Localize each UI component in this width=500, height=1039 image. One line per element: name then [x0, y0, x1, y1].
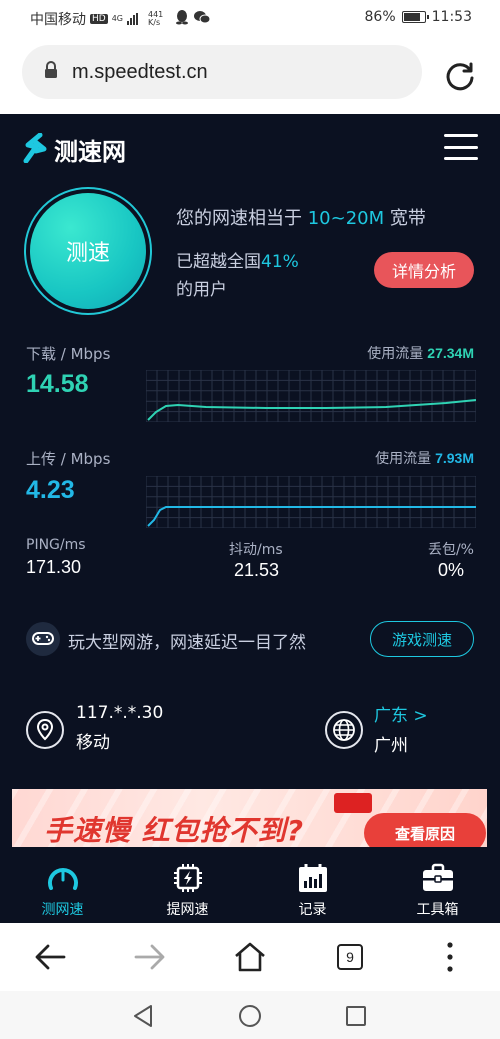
logo-text: 测速网	[54, 138, 126, 166]
bandwidth-summary: 您的网速相当于 10~20M 宽带	[176, 208, 426, 229]
loss-value: 0%	[437, 560, 464, 580]
records-icon	[295, 861, 331, 895]
region-info: 广东 > 广州	[374, 701, 428, 761]
lock-icon	[44, 61, 58, 83]
ping-label: PING/ms	[26, 537, 86, 553]
gamepad-icon	[26, 622, 60, 656]
reload-icon	[446, 62, 474, 91]
isp-name: 移动	[76, 733, 110, 753]
nav-item-toolbox[interactable]: 工具箱	[375, 847, 500, 923]
ip-address: 117.*.*.30	[76, 703, 164, 723]
banner-text: 手速慢 红包抢不到?	[44, 814, 304, 847]
back-button[interactable]	[30, 937, 70, 977]
tabs-button[interactable]: 9	[330, 937, 370, 977]
loss-label: 丢包/%	[427, 542, 474, 558]
download-label: 下载 / Mbps	[26, 345, 111, 363]
app-logo[interactable]: 测速网	[22, 132, 126, 167]
triangle-back-icon	[134, 1005, 152, 1027]
logo-icon	[22, 132, 50, 167]
city-name: 广州	[374, 736, 408, 756]
promo-banner[interactable]: 手速慢 红包抢不到? 查看原因	[12, 789, 487, 847]
tab-count: 9	[337, 944, 363, 970]
clock: 11:53	[431, 9, 472, 25]
detail-analysis-button[interactable]: 详情分析	[374, 252, 474, 288]
browser-address-area: m.speedtest.cn	[0, 36, 500, 114]
menu-icon[interactable]	[444, 134, 478, 160]
upload-usage: 使用流量 7.93M	[375, 450, 474, 467]
home-icon	[235, 942, 265, 972]
download-chart	[146, 370, 476, 422]
nav-item-speed-test[interactable]: 测网速	[0, 847, 125, 923]
app-header: 测速网	[0, 114, 500, 180]
upload-curve	[147, 506, 476, 527]
location-pin-icon	[26, 711, 64, 749]
battery-icon	[401, 11, 429, 23]
system-nav-bar	[0, 991, 500, 1039]
status-bar: 中国移动 HD 4G 441 K/s 86% 11:53	[0, 0, 500, 36]
signal-icon	[127, 13, 138, 25]
system-back-button[interactable]	[130, 1003, 156, 1029]
network-type: 4G	[111, 14, 123, 23]
url-text: m.speedtest.cn	[72, 60, 208, 83]
download-usage-value: 27.34M	[427, 345, 474, 361]
hd-badge: HD	[90, 14, 108, 24]
forward-button[interactable]	[130, 937, 170, 977]
download-usage: 使用流量 27.34M	[367, 345, 474, 362]
battery-percent: 86%	[364, 9, 396, 25]
address-bar[interactable]: m.speedtest.cn	[22, 45, 422, 99]
province-link[interactable]: 广东 >	[374, 701, 428, 731]
carrier-name: 中国移动	[30, 12, 86, 28]
chip-icon	[170, 861, 206, 895]
upload-chart	[146, 476, 476, 528]
qq-icon	[175, 9, 189, 29]
system-recents-button[interactable]	[343, 1003, 369, 1029]
app-bottom-nav: 测网速 提网速 记录 工具箱	[0, 847, 500, 923]
circle-home-icon	[239, 1005, 261, 1027]
ip-info: 117.*.*.30 移动	[76, 698, 163, 758]
speed-test-ring: 测速	[24, 187, 152, 315]
browser-toolbar: 9	[0, 923, 500, 991]
download-curve	[147, 399, 476, 421]
jitter-value: 21.53	[234, 560, 280, 580]
arrow-right-icon	[134, 944, 165, 970]
net-speed: 441 K/s	[148, 10, 164, 27]
toolbox-icon	[420, 861, 456, 895]
ranking-percent: 41%	[261, 252, 299, 272]
nav-item-records[interactable]: 记录	[250, 847, 375, 923]
game-promo-text: 玩大型网游，网速延迟一目了然	[68, 633, 306, 653]
jitter-label: 抖动/ms	[229, 542, 283, 558]
speedometer-icon	[45, 861, 81, 895]
download-value: 14.58	[26, 370, 89, 398]
upload-usage-value: 7.93M	[435, 450, 474, 466]
bandwidth-range: 10~20M	[307, 208, 385, 229]
more-menu-button[interactable]	[430, 937, 470, 977]
check-reason-button[interactable]: 查看原因	[364, 813, 486, 847]
system-home-button[interactable]	[237, 1003, 263, 1029]
reload-button[interactable]	[440, 56, 480, 96]
ping-value: 171.30	[26, 557, 82, 577]
start-test-button[interactable]: 测速	[30, 193, 146, 309]
wechat-icon	[193, 9, 211, 29]
ranking-text: 已超越全国41% 的用户	[176, 252, 299, 300]
upload-value: 4.23	[26, 476, 75, 504]
home-button[interactable]	[230, 937, 270, 977]
arrow-left-icon	[35, 944, 66, 970]
globe-icon	[325, 711, 363, 749]
nav-item-boost[interactable]: 提网速	[125, 847, 250, 923]
upload-label: 上传 / Mbps	[26, 450, 111, 468]
square-recents-icon	[346, 1006, 366, 1026]
red-envelope-icon	[334, 793, 372, 813]
more-vertical-icon	[447, 942, 453, 972]
game-test-button[interactable]: 游戏测速	[370, 621, 474, 657]
